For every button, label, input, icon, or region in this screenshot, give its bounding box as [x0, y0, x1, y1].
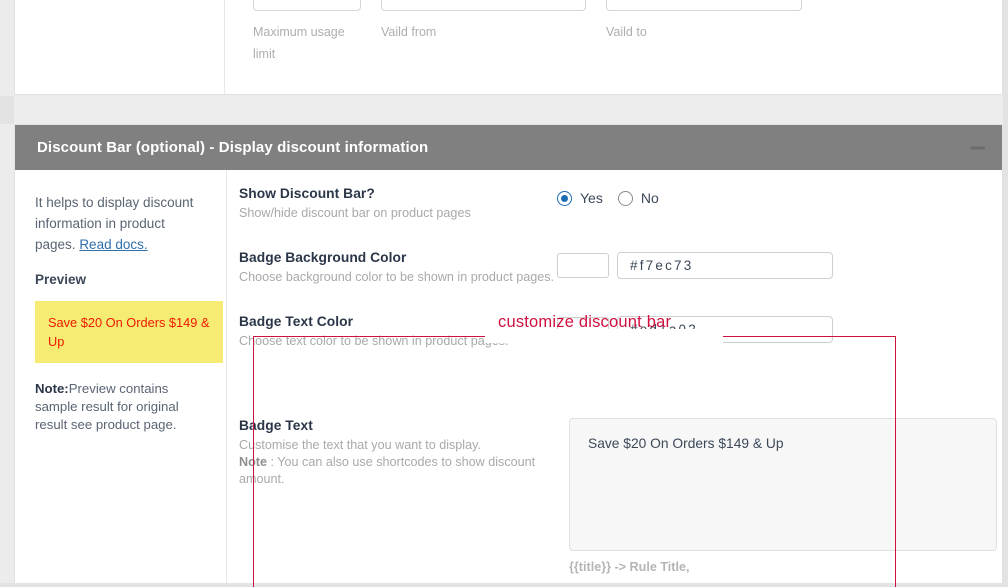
minus-icon[interactable]: [970, 146, 985, 149]
badge-bg-color-swatch[interactable]: [557, 253, 609, 278]
badge-bg-desc: Choose background color to be shown in p…: [239, 269, 557, 286]
row-bg-control: [557, 250, 995, 286]
show-bar-desc: Show/hide discount bar on product pages: [239, 205, 557, 222]
page-bottom-edge: [0, 583, 1008, 587]
usage-limit-input[interactable]: [253, 0, 361, 11]
panel-title: Discount Bar (optional) - Display discou…: [37, 139, 428, 156]
row-show-control: Yes No: [557, 186, 995, 222]
usage-limit-help: Maximum usage limit: [253, 21, 361, 65]
valid-to-field: Vaild to: [606, 0, 802, 65]
show-bar-radio-no[interactable]: [618, 191, 633, 206]
badge-text-textarea[interactable]: Save $20 On Orders $149 & Up: [569, 418, 997, 551]
info-description: It helps to display discount information…: [35, 192, 204, 255]
valid-from-input[interactable]: [381, 0, 586, 11]
valid-from-help: Vaild from: [381, 21, 586, 43]
preview-badge: Save $20 On Orders $149 & Up: [35, 301, 223, 363]
preview-note: Note:Preview contains sample result for …: [35, 380, 204, 434]
discount-bar-panel-body: It helps to display discount information…: [15, 170, 1002, 586]
show-bar-radio-yes-label[interactable]: Yes: [580, 190, 603, 206]
rule-fields-row: Maximum usage limit Vaild from Vaild to: [253, 0, 802, 65]
badge-text-desc: Customise the text that you want to disp…: [239, 437, 557, 488]
annotation-label: customize discount bar: [498, 313, 671, 332]
row-badge-text: Badge Text Customise the text that you w…: [239, 418, 995, 488]
badge-text-title: Badge Text: [239, 418, 557, 433]
row-show-labels: Show Discount Bar? Show/hide discount ba…: [239, 186, 557, 222]
row-show-discount-bar: Show Discount Bar? Show/hide discount ba…: [239, 186, 995, 222]
show-bar-title: Show Discount Bar?: [239, 186, 557, 201]
discount-bar-panel-header[interactable]: Discount Bar (optional) - Display discou…: [15, 125, 1002, 170]
valid-to-help: Vaild to: [606, 21, 802, 43]
info-column: It helps to display discount information…: [15, 170, 227, 586]
badge-text-desc-note: Note: [239, 455, 267, 469]
read-docs-link[interactable]: Read docs.: [79, 234, 147, 255]
valid-from-field: Vaild from: [381, 0, 586, 65]
form-column: Show Discount Bar? Show/hide discount ba…: [227, 170, 1002, 586]
badge-bg-title: Badge Background Color: [239, 250, 557, 265]
usage-limit-field: Maximum usage limit: [253, 0, 361, 65]
rule-fields-panel: Maximum usage limit Vaild from Vaild to: [224, 0, 1003, 95]
page-right-edge: [1003, 0, 1008, 587]
valid-to-input[interactable]: [606, 0, 802, 11]
row-badge-background-color: Badge Background Color Choose background…: [239, 250, 995, 286]
badge-bg-hex-input[interactable]: [617, 252, 833, 279]
row-badge-text-control: Save $20 On Orders $149 & Up {{title}} -…: [557, 418, 995, 488]
badge-text-desc-line1: Customise the text that you want to disp…: [239, 438, 481, 452]
badge-bg-color-control: [557, 252, 995, 279]
show-bar-radio-group: Yes No: [557, 190, 995, 206]
row-bg-labels: Badge Background Color Choose background…: [239, 250, 557, 286]
preview-note-bold: Note:: [35, 381, 69, 396]
show-bar-radio-yes[interactable]: [557, 191, 572, 206]
badge-text-desc-line2: : You can also use shortcodes to show di…: [239, 455, 535, 486]
row-badge-text-labels: Badge Text Customise the text that you w…: [239, 418, 557, 488]
rule-settings-card: Maximum usage limit Vaild from Vaild to: [14, 0, 1003, 95]
discount-bar-card: Discount Bar (optional) - Display discou…: [14, 124, 1003, 587]
shortcode-hint: {{title}} -> Rule Title,: [569, 560, 690, 574]
preview-label: Preview: [35, 272, 204, 287]
page-root: Maximum usage limit Vaild from Vaild to …: [0, 0, 1008, 587]
card-gap-strip: [0, 96, 1008, 124]
show-bar-radio-no-label[interactable]: No: [641, 190, 659, 206]
